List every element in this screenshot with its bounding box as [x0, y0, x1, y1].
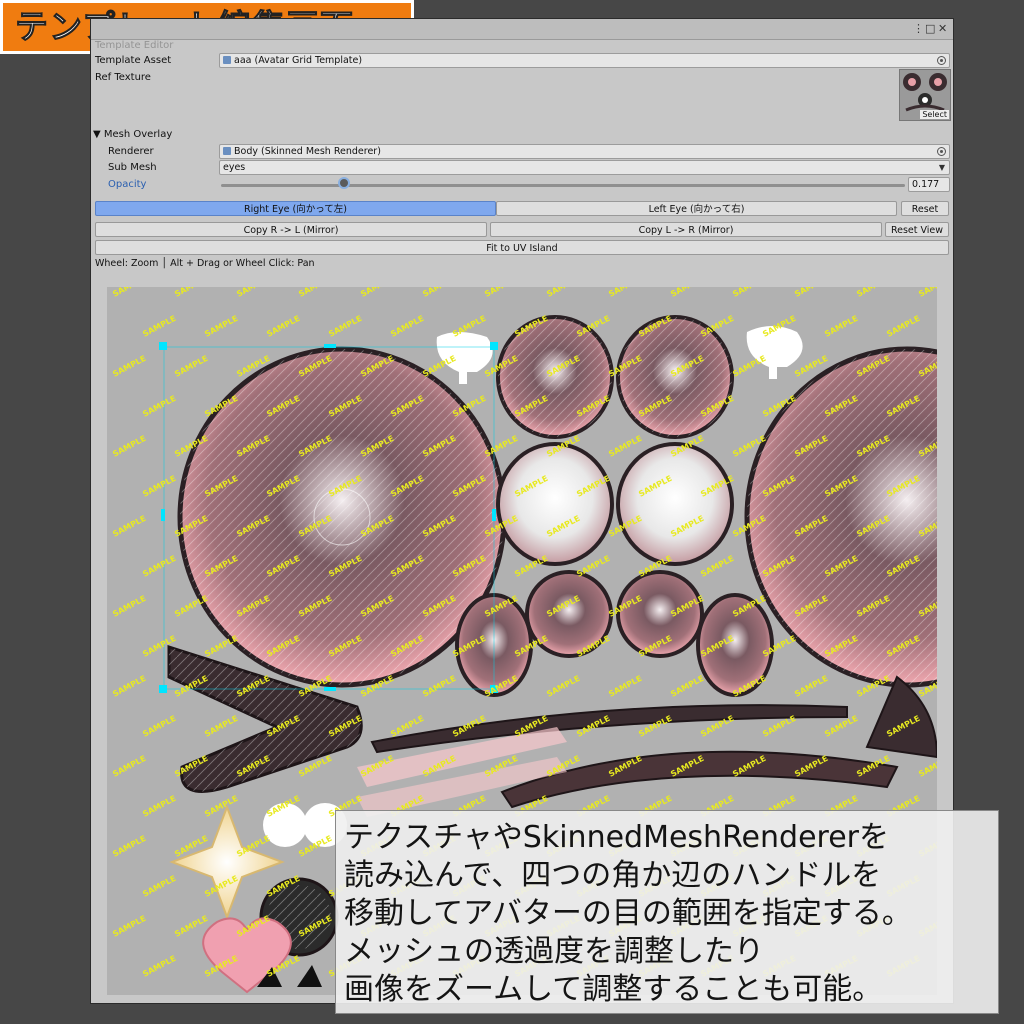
- ref-texture-thumbnail[interactable]: Select: [899, 69, 951, 121]
- description-line: 画像をズームして調整することも可能。: [344, 972, 883, 1007]
- template-asset-value: aaa (Avatar Grid Template): [234, 55, 363, 66]
- sample-watermark: SAMPLE: [111, 434, 147, 459]
- opacity-slider-track[interactable]: [221, 184, 905, 187]
- renderer-label: Renderer: [108, 146, 154, 157]
- sample-watermark: SAMPLE: [731, 287, 767, 299]
- sample-watermark: SAMPLE: [421, 674, 457, 699]
- sample-watermark: SAMPLE: [823, 314, 859, 339]
- left-eye-tab[interactable]: Left Eye (向かって右): [496, 201, 897, 216]
- sample-watermark: SAMPLE: [235, 287, 271, 299]
- close-icon[interactable]: ✕: [938, 22, 947, 35]
- object-picker-icon[interactable]: [937, 56, 946, 65]
- maximize-icon[interactable]: □: [925, 22, 935, 35]
- sample-watermark: SAMPLE: [141, 874, 177, 899]
- sample-watermark: SAMPLE: [111, 354, 147, 379]
- object-picker-icon[interactable]: [937, 147, 946, 156]
- opacity-input[interactable]: 0.177: [908, 177, 950, 192]
- sample-watermark: SAMPLE: [421, 287, 457, 299]
- sample-watermark: SAMPLE: [669, 287, 705, 299]
- sub-mesh-label: Sub Mesh: [108, 162, 157, 173]
- reset-view-button[interactable]: Reset View: [885, 222, 949, 237]
- sample-watermark: SAMPLE: [917, 287, 937, 299]
- asset-icon: [223, 56, 231, 64]
- sample-watermark: SAMPLE: [141, 954, 177, 979]
- sample-watermark: SAMPLE: [297, 287, 333, 299]
- copy-r-to-l-button[interactable]: Copy R -> L (Mirror): [95, 222, 487, 237]
- sample-watermark: SAMPLE: [855, 287, 891, 299]
- sample-watermark: SAMPLE: [203, 714, 239, 739]
- sample-watermark: SAMPLE: [141, 714, 177, 739]
- sample-watermark: SAMPLE: [265, 314, 301, 339]
- sample-watermark: SAMPLE: [327, 314, 363, 339]
- copy-l-to-r-button[interactable]: Copy L -> R (Mirror): [490, 222, 882, 237]
- sub-mesh-value: eyes: [223, 162, 246, 173]
- sample-watermark: SAMPLE: [607, 287, 643, 299]
- sample-watermark: SAMPLE: [111, 514, 147, 539]
- renderer-field[interactable]: Body (Skinned Mesh Renderer): [219, 144, 950, 159]
- description-line: テクスチャやSkinnedMeshRendererを: [344, 820, 889, 855]
- sample-watermark: SAMPLE: [669, 674, 705, 699]
- opacity-slider-handle[interactable]: [338, 177, 350, 189]
- sample-watermark: SAMPLE: [607, 434, 643, 459]
- sample-watermark: SAMPLE: [731, 354, 767, 379]
- sample-watermark: SAMPLE: [111, 754, 147, 779]
- select-button[interactable]: Select: [920, 110, 949, 119]
- renderer-icon: [223, 147, 231, 155]
- description-line: メッシュの透過度を調整したり: [344, 934, 764, 969]
- sample-watermark: SAMPLE: [173, 287, 209, 299]
- opacity-label: Opacity: [108, 179, 147, 190]
- sample-watermark: SAMPLE: [141, 474, 177, 499]
- sample-watermark: SAMPLE: [483, 287, 519, 299]
- sample-watermark: SAMPLE: [111, 914, 147, 939]
- sample-watermark: SAMPLE: [111, 834, 147, 859]
- renderer-value: Body (Skinned Mesh Renderer): [234, 146, 381, 157]
- sample-watermark: SAMPLE: [203, 794, 239, 819]
- sample-watermark: SAMPLE: [389, 314, 425, 339]
- sample-watermark: SAMPLE: [793, 287, 829, 299]
- right-eye-tab[interactable]: Right Eye (向かって左): [95, 201, 496, 216]
- mesh-overlay-foldout[interactable]: ▼ Mesh Overlay: [93, 129, 172, 140]
- sample-watermark: SAMPLE: [545, 674, 581, 699]
- dropdown-arrow-icon: ▼: [938, 163, 945, 172]
- sample-watermark: SAMPLE: [793, 674, 829, 699]
- sample-watermark: SAMPLE: [173, 354, 209, 379]
- fit-to-uv-island-button[interactable]: Fit to UV Island: [95, 240, 949, 255]
- sample-watermark: SAMPLE: [607, 674, 643, 699]
- sample-watermark: SAMPLE: [203, 314, 239, 339]
- sample-watermark: SAMPLE: [545, 287, 581, 299]
- window-title: Template Editor: [95, 40, 174, 51]
- reset-button[interactable]: Reset: [901, 201, 949, 216]
- sample-watermark: SAMPLE: [141, 314, 177, 339]
- more-menu-icon[interactable]: ⋮: [913, 22, 924, 35]
- template-asset-label: Template Asset: [95, 55, 172, 66]
- sample-watermark: SAMPLE: [111, 287, 147, 299]
- sample-watermark: SAMPLE: [111, 594, 147, 619]
- sample-watermark: SAMPLE: [885, 314, 921, 339]
- ref-texture-label: Ref Texture: [95, 72, 151, 83]
- sample-watermark: SAMPLE: [359, 287, 395, 299]
- sample-watermark: SAMPLE: [111, 674, 147, 699]
- template-asset-field[interactable]: aaa (Avatar Grid Template): [219, 53, 950, 68]
- sample-watermark: SAMPLE: [141, 794, 177, 819]
- sample-watermark: SAMPLE: [141, 554, 177, 579]
- navigation-hint: Wheel: Zoom │ Alt + Drag or Wheel Click:…: [95, 258, 315, 269]
- sample-watermark: SAMPLE: [141, 394, 177, 419]
- description-line: 移動してアバターの目の範囲を指定する。: [344, 896, 912, 931]
- sample-watermark: SAMPLE: [203, 634, 239, 659]
- description-line: 読み込んで、四つの角か辺のハンドルを: [344, 858, 882, 893]
- sub-mesh-dropdown[interactable]: eyes ▼: [219, 160, 950, 175]
- description-panel: テクスチャやSkinnedMeshRendererを 読み込んで、四つの角か辺の…: [335, 810, 999, 1014]
- window-titlebar: ⋮ □ ✕: [91, 19, 953, 40]
